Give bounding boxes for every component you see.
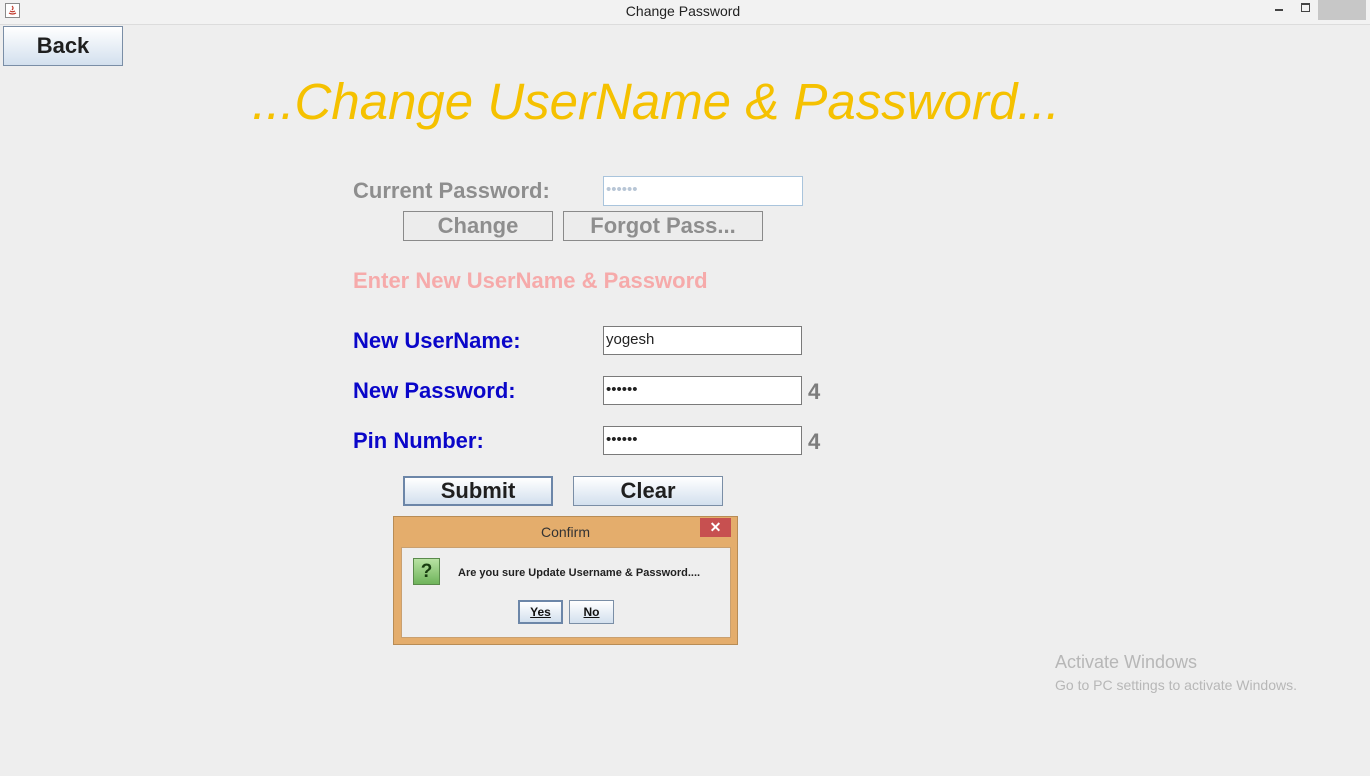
pin-number-label: Pin Number: xyxy=(353,428,484,453)
minimize-icon[interactable] xyxy=(1266,0,1292,20)
clear-button[interactable]: Clear xyxy=(573,476,723,506)
forgot-password-button[interactable]: Forgot Pass... xyxy=(563,211,763,241)
page-title: ...Change UserName & Password... xyxy=(252,73,1060,130)
activation-watermark-text: Go to PC settings to activate Windows. xyxy=(1055,677,1297,693)
new-username-label: New UserName: xyxy=(353,328,521,353)
activation-watermark-title: Activate Windows xyxy=(1055,652,1198,672)
password-length-count: 4 xyxy=(808,379,821,404)
confirm-dialog: Confirm ✕ ? Are you sure Update Username… xyxy=(393,516,738,645)
window-title: Change Password xyxy=(625,3,741,19)
pin-length-count: 4 xyxy=(808,429,821,454)
dialog-body: ? Are you sure Update Username & Passwor… xyxy=(401,547,731,638)
yes-button[interactable]: Yes xyxy=(518,600,563,624)
dialog-title: Confirm xyxy=(540,524,590,540)
dialog-close-icon[interactable]: ✕ xyxy=(700,518,731,537)
dialog-message: Are you sure Update Username & Password.… xyxy=(458,567,701,579)
back-button[interactable]: Back xyxy=(3,26,123,66)
section-label: Enter New UserName & Password xyxy=(353,268,708,293)
question-icon: ? xyxy=(413,558,440,585)
no-button[interactable]: No xyxy=(569,600,614,624)
current-password-label: Current Password: xyxy=(353,178,550,203)
new-password-field[interactable]: •••••• xyxy=(603,376,802,405)
maximize-icon[interactable] xyxy=(1292,0,1318,20)
window-close-button[interactable] xyxy=(1318,0,1366,20)
new-username-field[interactable]: yogesh xyxy=(603,326,802,355)
current-password-field[interactable]: •••••• xyxy=(603,176,803,206)
change-button[interactable]: Change xyxy=(403,211,553,241)
window-title-bar: Change Password xyxy=(0,0,1370,25)
submit-button[interactable]: Submit xyxy=(403,476,553,506)
pin-number-field[interactable]: •••••• xyxy=(603,426,802,455)
new-password-label: New Password: xyxy=(353,378,516,403)
